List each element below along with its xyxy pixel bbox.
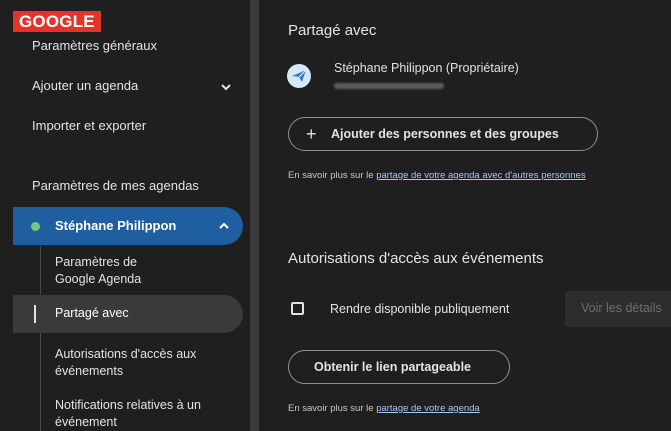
event-permissions-heading: Autorisations d'accès aux événements	[288, 250, 544, 267]
link-help-note: En savoir plus sur le partage de votre a…	[288, 403, 480, 414]
sub-item-label: Google Agenda	[55, 272, 142, 286]
general-settings-link[interactable]: Paramètres généraux	[32, 38, 157, 53]
my-calendars-heading: Paramètres de mes agendas	[32, 178, 199, 193]
sub-item-label: événement	[55, 415, 117, 429]
owner-email-redacted	[334, 83, 444, 89]
panel-divider	[250, 0, 259, 431]
share-note-prefix: En savoir plus sur le	[288, 170, 377, 181]
sub-item-label: événements	[55, 364, 124, 378]
sub-item-event-permissions[interactable]: Autorisations d'accès aux événements	[55, 346, 196, 380]
sub-item-label: Partagé avec	[55, 306, 129, 320]
share-help-note: En savoir plus sur le partage de votre a…	[288, 170, 586, 181]
view-details-button[interactable]: Voir les détails	[565, 291, 671, 327]
sub-item-google-calendar-settings[interactable]: Paramètres de Google Agenda	[55, 254, 141, 288]
active-indicator	[34, 305, 36, 323]
link-note-prefix: En savoir plus sur le	[288, 403, 377, 414]
tree-line	[40, 246, 41, 431]
add-people-button[interactable]: + Ajouter des personnes et des groupes	[288, 117, 598, 151]
public-checkbox[interactable]	[291, 302, 304, 315]
plus-icon: +	[306, 124, 317, 144]
sub-item-label: Notifications relatives à un	[55, 398, 201, 412]
share-help-link[interactable]: partage de votre agenda avec d'autres pe…	[376, 170, 585, 181]
get-link-button[interactable]: Obtenir le lien partageable	[288, 350, 510, 384]
chevron-up-icon[interactable]	[217, 219, 231, 233]
add-calendar-link[interactable]: Ajouter un agenda	[32, 78, 138, 93]
get-link-label: Obtenir le lien partageable	[314, 360, 471, 374]
import-export-link[interactable]: Importer et exporter	[32, 118, 146, 133]
calendar-item-label: Stéphane Philippon	[55, 218, 177, 233]
public-checkbox-label[interactable]: Rendre disponible publiquement	[330, 302, 509, 316]
calendar-color-dot	[31, 222, 40, 231]
link-help-link[interactable]: partage de votre agenda	[376, 403, 480, 414]
sub-item-label: Autorisations d'accès aux	[55, 347, 197, 361]
sidebar: GOOGLE Paramètres généraux Ajouter un ag…	[0, 0, 250, 431]
add-people-label: Ajouter des personnes et des groupes	[331, 127, 559, 141]
avatar	[287, 64, 311, 88]
calendar-item-stephane[interactable]: Stéphane Philippon	[13, 207, 243, 245]
source-badge: GOOGLE	[13, 11, 101, 32]
chevron-down-icon[interactable]	[219, 80, 233, 94]
sub-item-shared-with[interactable]: Partagé avec	[13, 295, 243, 333]
sub-item-label: Paramètres de	[55, 255, 137, 269]
owner-name: Stéphane Philippon (Propriétaire)	[334, 61, 519, 75]
shared-with-heading: Partagé avec	[288, 22, 377, 39]
paper-plane-icon	[292, 69, 307, 82]
sub-item-event-notifications[interactable]: Notifications relatives à un événement	[55, 397, 201, 431]
main-panel: Partagé avec Stéphane Philippon (Proprié…	[259, 0, 671, 431]
